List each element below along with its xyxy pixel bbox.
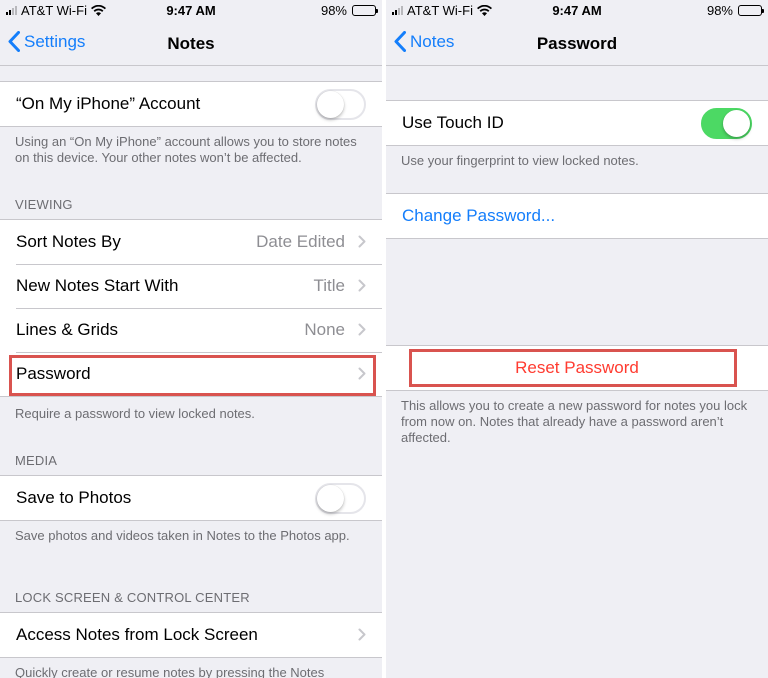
toggle-knob [317, 485, 344, 512]
toggle-knob [723, 110, 750, 137]
reset-password-footer: This allows you to create a new password… [401, 398, 748, 445]
on-my-iphone-account-row: “On My iPhone” Account [0, 82, 382, 126]
account-footer: Using an “On My iPhone” account allows y… [15, 134, 357, 165]
reset-password-group: Reset Password [386, 345, 768, 391]
password-label: Password [16, 364, 91, 383]
password-settings-screen: AT&T Wi-Fi 9:47 AM 98% Notes Password Us… [386, 0, 768, 678]
page-title: Notes [167, 34, 215, 53]
change-password-group: Change Password... [386, 193, 768, 239]
account-group: “On My iPhone” Account [0, 81, 382, 127]
reset-password-label: Reset Password [515, 358, 639, 377]
new-notes-start-with-value: Title [313, 276, 346, 295]
touch-id-footer: Use your fingerprint to view locked note… [401, 153, 639, 168]
chevron-right-icon [358, 628, 366, 641]
page-title: Password [536, 34, 618, 53]
media-footer: Save photos and videos taken in Notes to… [15, 528, 350, 543]
notes-settings-screen: AT&T Wi-Fi 9:47 AM 98% Settings Notes “O… [0, 0, 382, 678]
on-my-iphone-account-toggle[interactable] [315, 89, 366, 120]
battery-icon [352, 5, 378, 16]
save-to-photos-toggle[interactable] [315, 483, 366, 514]
use-touch-id-toggle[interactable] [701, 108, 752, 139]
use-touch-id-label: Use Touch ID [402, 113, 504, 132]
chevron-right-icon [358, 279, 366, 292]
chevron-right-icon [358, 323, 366, 336]
battery-percent: 98% [706, 3, 733, 18]
change-password-label: Change Password... [402, 206, 556, 225]
battery-status: 98% [320, 3, 378, 18]
new-notes-start-with-label: New Notes Start With [16, 276, 179, 295]
battery-icon [738, 5, 764, 16]
save-to-photos-row: Save to Photos [0, 476, 382, 520]
battery-status: 98% [706, 3, 764, 18]
lines-and-grids-label: Lines & Grids [16, 320, 119, 339]
chevron-right-icon [358, 235, 366, 248]
reset-password-button[interactable]: Reset Password [386, 346, 768, 390]
viewing-group: Sort Notes By Date Edited New Notes Star… [0, 219, 382, 397]
chevron-right-icon [358, 367, 366, 380]
change-password-button[interactable]: Change Password... [386, 194, 768, 238]
sort-notes-by-label: Sort Notes By [16, 232, 121, 251]
viewing-header: VIEWING [15, 197, 73, 212]
navigation-bar: Settings Notes [0, 22, 382, 66]
status-bar: AT&T Wi-Fi 9:47 AM 98% [386, 0, 768, 22]
media-header: MEDIA [15, 453, 58, 468]
lines-and-grids-value: None [304, 320, 345, 339]
lock-screen-group: Access Notes from Lock Screen [0, 612, 382, 658]
password-row[interactable]: Password [0, 352, 382, 396]
status-bar: AT&T Wi-Fi 9:47 AM 98% [0, 0, 382, 22]
battery-percent: 98% [320, 3, 347, 18]
navigation-bar: Notes Password [386, 22, 768, 66]
touch-id-group: Use Touch ID [386, 100, 768, 146]
access-notes-from-lock-screen-row[interactable]: Access Notes from Lock Screen [0, 613, 382, 657]
on-my-iphone-account-label: “On My iPhone” Account [16, 94, 201, 113]
new-notes-start-with-row[interactable]: New Notes Start With Title [0, 264, 382, 308]
media-group: Save to Photos [0, 475, 382, 521]
sort-notes-by-row[interactable]: Sort Notes By Date Edited [0, 220, 382, 264]
viewing-footer: Require a password to view locked notes. [15, 406, 255, 421]
lines-and-grids-row[interactable]: Lines & Grids None [0, 308, 382, 352]
lock-screen-header: LOCK SCREEN & CONTROL CENTER [15, 590, 250, 605]
toggle-knob [317, 91, 344, 118]
access-notes-from-lock-screen-label: Access Notes from Lock Screen [16, 625, 258, 644]
use-touch-id-row: Use Touch ID [386, 101, 768, 145]
lock-screen-footer: Quickly create or resume notes by pressi… [15, 665, 325, 678]
sort-notes-by-value: Date Edited [256, 232, 345, 251]
save-to-photos-label: Save to Photos [16, 488, 132, 507]
